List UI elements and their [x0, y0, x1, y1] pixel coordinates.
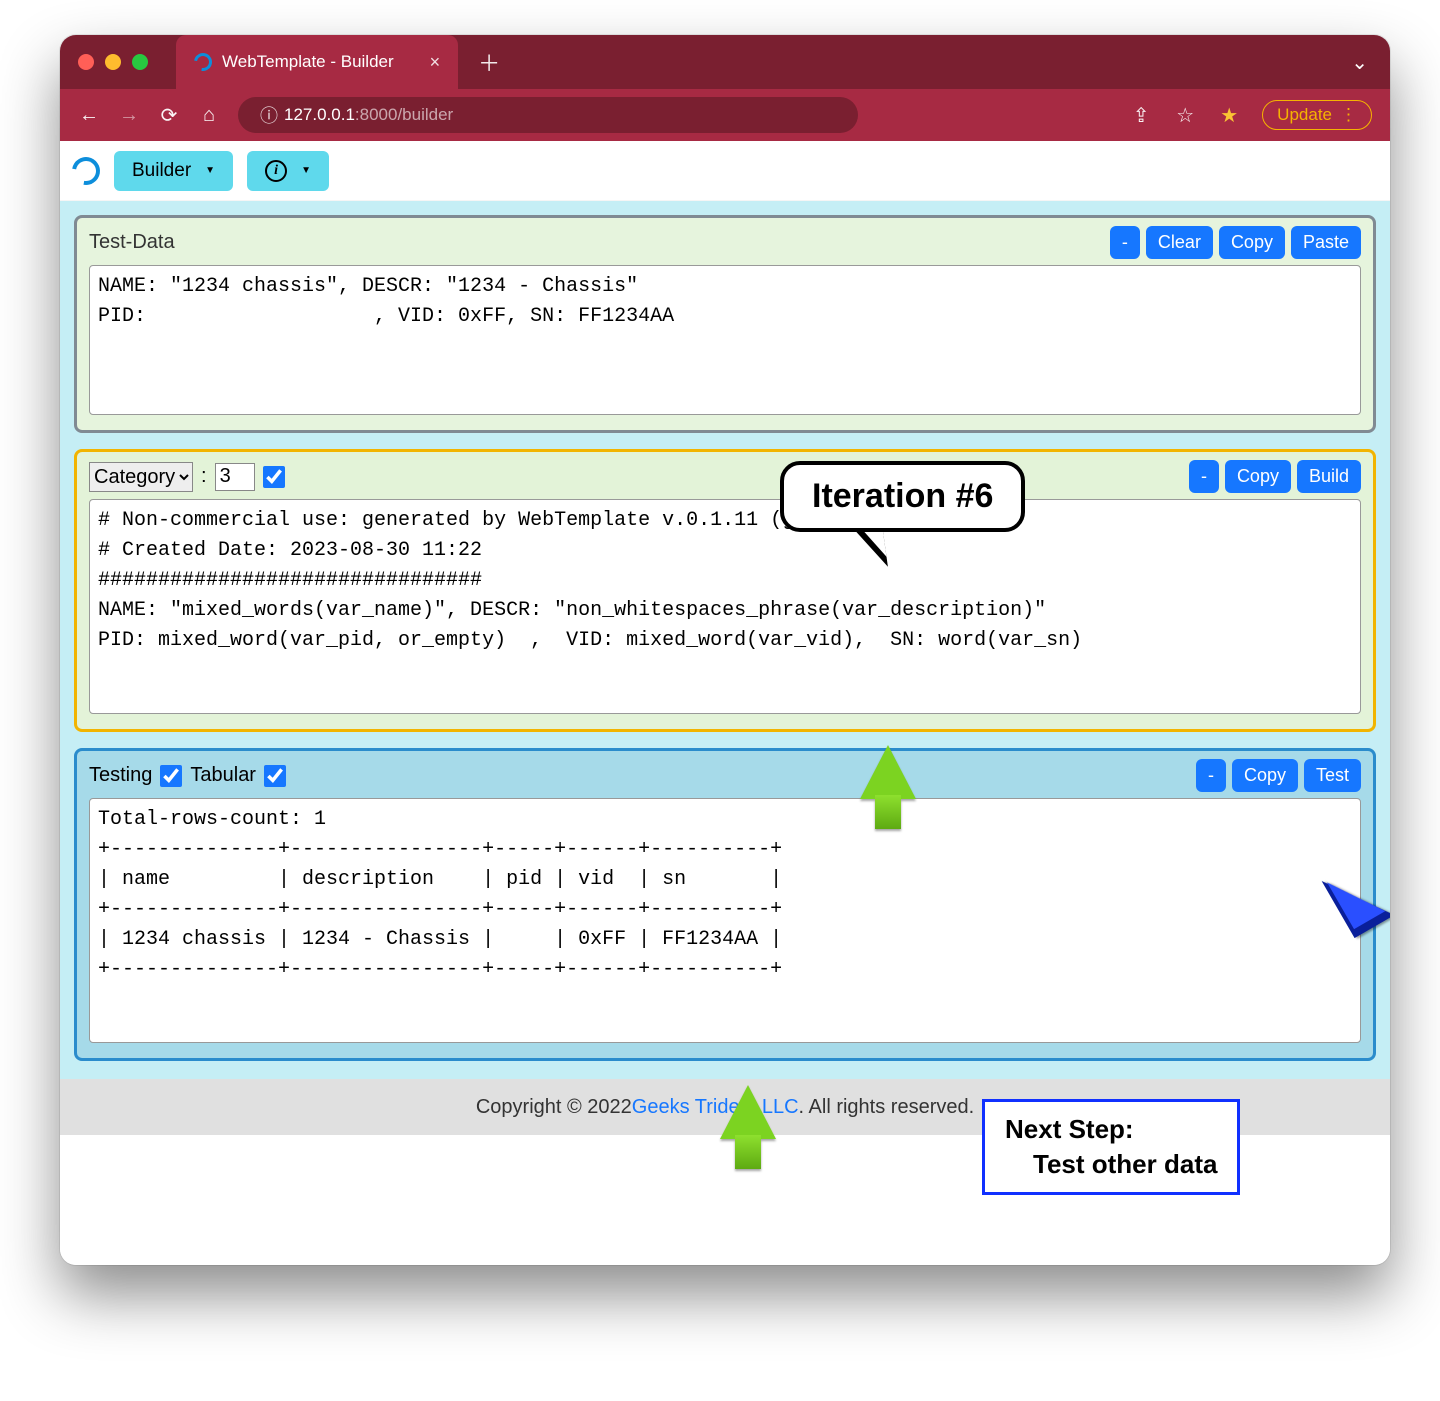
- home-button[interactable]: ⌂: [198, 104, 220, 127]
- template-checkbox[interactable]: [263, 466, 285, 488]
- panel-testing-title: Testing: [89, 764, 152, 787]
- collapse-button[interactable]: -: [1196, 759, 1226, 792]
- testing-checkbox[interactable]: [160, 765, 182, 787]
- panel-test-data: Test-Data - Clear Copy Paste: [74, 215, 1376, 433]
- tab-strip: WebTemplate - Builder × ＋ ⌄: [60, 35, 1390, 89]
- back-button[interactable]: ←: [78, 104, 100, 127]
- copy-button[interactable]: Copy: [1232, 759, 1298, 792]
- share-icon[interactable]: ⇪: [1130, 103, 1152, 128]
- address-bar[interactable]: ⓘ 127.0.0.1:8000/builder: [238, 97, 858, 133]
- browser-window: WebTemplate - Builder × ＋ ⌄ ← → ⟳ ⌂ ⓘ 12…: [60, 35, 1390, 1265]
- copy-button[interactable]: Copy: [1219, 226, 1285, 259]
- test-button[interactable]: Test: [1304, 759, 1361, 792]
- info-menu-button[interactable]: i: [247, 151, 329, 191]
- maximize-window-button[interactable]: [132, 54, 148, 70]
- separator-label: :: [201, 465, 207, 488]
- update-button[interactable]: Update ⋮: [1262, 100, 1372, 130]
- app-toolbar: Builder i: [60, 141, 1390, 201]
- builder-menu-button[interactable]: Builder: [114, 151, 233, 191]
- bookmark-outline-icon[interactable]: ☆: [1174, 103, 1196, 128]
- paste-button[interactable]: Paste: [1291, 226, 1361, 259]
- url-path: :8000/builder: [355, 105, 453, 125]
- browser-tab[interactable]: WebTemplate - Builder ×: [176, 35, 458, 89]
- reload-button[interactable]: ⟳: [158, 103, 180, 128]
- bookmark-filled-icon[interactable]: ★: [1218, 103, 1240, 128]
- annotation-next-step: Next Step: Test other data: [982, 1099, 1240, 1195]
- panel-testing: Testing Tabular - Copy Test: [74, 748, 1376, 1061]
- forward-button[interactable]: →: [118, 104, 140, 127]
- builder-menu-label: Builder: [132, 160, 191, 182]
- app-logo-icon: [67, 151, 106, 190]
- annotation-arrow-icon: [860, 745, 916, 799]
- tabs-overflow-icon[interactable]: ⌄: [1351, 50, 1368, 75]
- next-step-title: Next Step:: [1005, 1114, 1134, 1144]
- tabular-label: Tabular: [190, 764, 256, 787]
- tab-title: WebTemplate - Builder: [222, 52, 394, 72]
- minimize-window-button[interactable]: [105, 54, 121, 70]
- update-label: Update: [1277, 105, 1332, 125]
- footer-prefix: Copyright © 2022: [476, 1096, 632, 1119]
- url-bar: ← → ⟳ ⌂ ⓘ 127.0.0.1:8000/builder ⇪ ☆ ★ U…: [60, 89, 1390, 141]
- site-favicon-icon: [190, 49, 215, 74]
- template-textarea[interactable]: [89, 499, 1361, 714]
- clear-button[interactable]: Clear: [1146, 226, 1213, 259]
- url-host: 127.0.0.1: [284, 105, 355, 125]
- build-button[interactable]: Build: [1297, 460, 1361, 493]
- panel-template: Category : - Copy Build: [74, 449, 1376, 732]
- close-window-button[interactable]: [78, 54, 94, 70]
- kebab-icon: ⋮: [1340, 105, 1357, 125]
- copy-button[interactable]: Copy: [1225, 460, 1291, 493]
- stage: Test-Data - Clear Copy Paste Category: [60, 201, 1390, 1079]
- panel-test-data-title: Test-Data: [89, 231, 175, 254]
- collapse-button[interactable]: -: [1110, 226, 1140, 259]
- testing-output-textarea[interactable]: [89, 798, 1361, 1043]
- tab-close-icon[interactable]: ×: [430, 52, 441, 73]
- footer-suffix: . All rights reserved.: [799, 1096, 975, 1119]
- window-controls: [78, 54, 148, 70]
- annotation-arrow-icon: [720, 1085, 776, 1139]
- category-select[interactable]: Category: [89, 462, 193, 492]
- new-tab-button[interactable]: ＋: [478, 46, 500, 78]
- next-step-body: Test other data: [1005, 1147, 1217, 1182]
- category-number-input[interactable]: [215, 463, 255, 491]
- info-icon: i: [265, 160, 287, 182]
- site-info-icon[interactable]: ⓘ: [260, 102, 278, 128]
- collapse-button[interactable]: -: [1189, 460, 1219, 493]
- annotation-iteration-bubble: Iteration #6: [780, 461, 1025, 532]
- test-data-textarea[interactable]: [89, 265, 1361, 415]
- tabular-checkbox[interactable]: [264, 765, 286, 787]
